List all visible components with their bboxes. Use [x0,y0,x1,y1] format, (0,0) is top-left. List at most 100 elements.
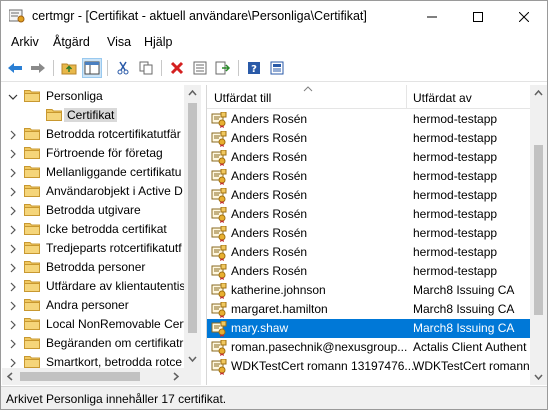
certificate-icon [211,111,227,128]
cut-button[interactable] [113,58,133,78]
delete-icon [170,61,184,75]
menu-hjalp[interactable]: Hjälp [144,35,173,49]
tree-item-0[interactable]: Betrodda rotcertifikatutfär [2,125,199,144]
chevron-right-icon[interactable] [8,319,18,330]
status-bar: Arkivet Personliga innehåller 17 certifi… [1,386,547,409]
certificate-row[interactable]: WDKTestCert romann 13197476... WDKTestCer… [207,357,540,376]
certificate-row[interactable]: Anders Rosén hermod-testapp [207,167,531,186]
minimize-button[interactable] [409,1,455,32]
tree-item-11[interactable]: Begäranden om certifikatr [2,334,199,353]
certificate-row[interactable]: Anders Rosén hermod-testapp [207,224,531,243]
tree-item-label: Begäranden om certifikatr [46,336,184,350]
chevron-right-icon[interactable] [8,224,18,235]
tree-item-5[interactable]: Icke betrodda certifikat [2,220,199,239]
certificate-icon [211,206,227,223]
view-button[interactable] [267,58,287,78]
tree-item-8[interactable]: Utfärdare av klientautentis [2,277,199,296]
certificate-icon [211,187,227,204]
tree-item-label: Local NonRemovable Certi [46,317,190,331]
properties-button[interactable] [190,58,210,78]
issued-to-cell: roman.pasechnik@nexusgroup... [231,340,408,354]
tree-scroll-thumb[interactable] [188,103,197,333]
help-icon: ? [248,62,260,75]
tree-item-2[interactable]: Mellanliggande certifikatu [2,163,199,182]
view-icon [270,61,284,75]
certificate-row[interactable]: katherine.johnson March8 Issuing CA [207,281,531,300]
certificate-row[interactable]: Anders Rosén hermod-testapp [207,243,531,262]
issued-to-cell: Anders Rosén [231,226,308,240]
tree-item-6[interactable]: Tredjeparts rotcertifikatutf [2,239,199,258]
menu-arkiv[interactable]: Arkiv [11,35,39,49]
column-header-issued-to[interactable]: Utfärdat till [214,91,271,105]
show-hide-tree-button[interactable] [82,58,102,78]
list-scroll-thumb[interactable] [534,145,543,315]
tree-item-1[interactable]: Förtroende för företag [2,144,199,163]
certificate-row[interactable]: Anders Rosén hermod-testapp [207,129,531,148]
chevron-right-icon[interactable] [8,357,18,368]
menu-atgard[interactable]: Åtgärd [53,35,90,49]
certificate-row[interactable]: mary.shaw March8 Issuing CA [207,319,531,338]
copy-button[interactable] [136,58,156,78]
up-folder-button[interactable] [59,58,79,78]
tree-item-label: Andra personer [46,298,129,312]
tree-item-10[interactable]: Local NonRemovable Certi [2,315,199,334]
tree-item-3[interactable]: Användarobjekt i Active D [2,182,199,201]
folder-icon [24,184,40,197]
tree-vertical-scrollbar[interactable] [184,85,201,385]
certificate-row[interactable]: Anders Rosén hermod-testapp [207,205,531,224]
help-button[interactable]: ? [244,58,264,78]
chevron-down-icon[interactable] [8,91,18,101]
svg-text:?: ? [251,64,257,75]
tree-item-4[interactable]: Betrodda utgivare [2,201,199,220]
back-button[interactable] [5,58,25,78]
certificate-row[interactable]: Anders Rosén hermod-testapp [207,186,531,205]
close-button[interactable] [501,1,547,32]
issued-by-cell: hermod-testapp [413,112,498,126]
menu-visa[interactable]: Visa [107,35,131,49]
issued-to-cell: Anders Rosén [231,131,308,145]
certificate-icon [211,168,227,185]
chevron-right-icon[interactable] [8,167,18,178]
delete-button[interactable] [167,58,187,78]
chevron-right-icon[interactable] [8,205,18,216]
certificate-row[interactable]: Anders Rosén hermod-testapp [207,148,531,167]
chevron-right-icon[interactable] [8,281,18,292]
folder-icon [24,89,40,102]
certificate-row[interactable]: Anders Rosén hermod-testapp [207,262,531,281]
sort-ascending-icon [303,86,313,92]
certificate-row[interactable]: margaret.hamilton March8 Issuing CA [207,300,531,319]
chevron-right-icon[interactable] [8,300,18,311]
certificate-icon [211,244,227,261]
tree-horizontal-scrollbar[interactable] [2,368,184,385]
maximize-icon [473,11,483,22]
tree-item-9[interactable]: Andra personer [2,296,199,315]
list-vertical-scrollbar[interactable] [530,85,547,385]
chevron-right-icon[interactable] [8,129,18,140]
forward-button[interactable] [28,58,48,78]
status-text: Arkivet Personliga innehåller 17 certifi… [6,392,227,406]
certificate-icon [211,339,227,356]
tree-item-certifikat[interactable]: Certifikat [2,106,199,125]
maximize-button[interactable] [455,1,501,32]
chevron-right-icon[interactable] [8,262,18,273]
issued-to-cell: Anders Rosén [231,264,308,278]
chevron-right-icon[interactable] [8,338,18,349]
tree-item-label: Användarobjekt i Active D [46,184,183,198]
tree-item-7[interactable]: Betrodda personer [2,258,199,277]
chevron-right-icon[interactable] [8,243,18,254]
toolbar: ? [1,54,547,82]
certificate-row[interactable]: Anders Rosén hermod-testapp [207,110,531,129]
certificate-icon [211,320,227,337]
issued-by-cell: March8 Issuing CA [413,321,515,335]
column-header-issued-by[interactable]: Utfärdat av [413,91,472,105]
back-icon [8,63,22,73]
export-button[interactable] [213,58,233,78]
chevron-right-icon[interactable] [8,148,18,159]
certmgr-window: certmgr - [Certifikat - aktuell användar… [0,0,548,410]
certificate-row[interactable]: roman.pasechnik@nexusgroup... Actalis Cli… [207,338,531,357]
issued-to-cell: Anders Rosén [231,207,308,221]
show-hide-tree-icon [84,61,100,75]
tree-item-personliga[interactable]: Personliga [2,87,199,106]
tree-hscroll-thumb[interactable] [20,372,140,381]
chevron-right-icon[interactable] [8,186,18,197]
